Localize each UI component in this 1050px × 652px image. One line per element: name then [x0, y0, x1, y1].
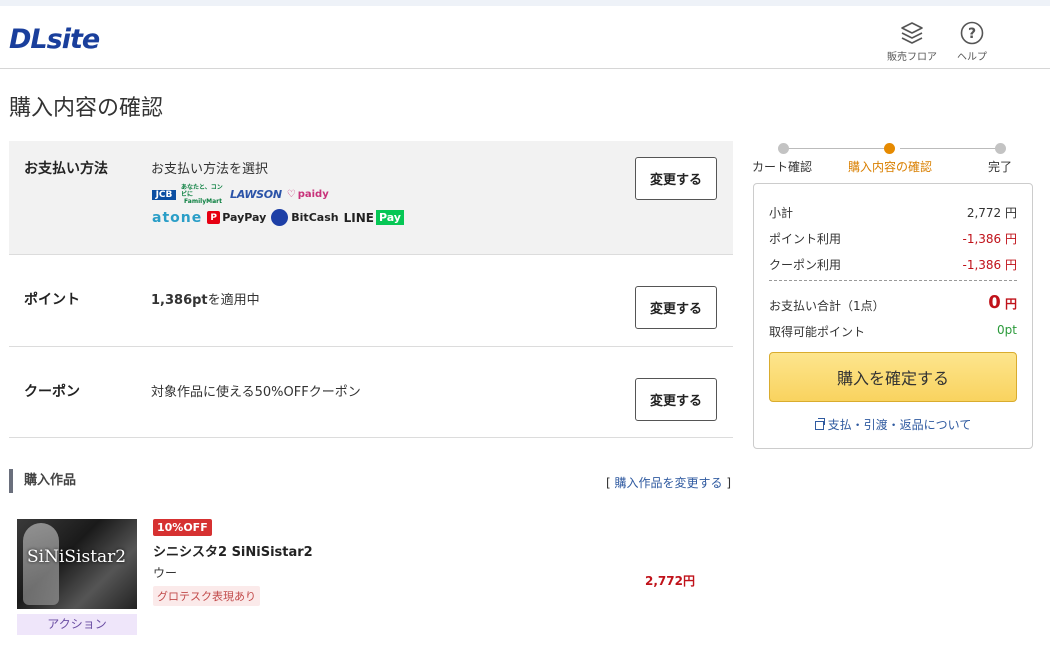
- step-dot-complete: [995, 143, 1006, 154]
- paypay-mark-icon: P: [207, 211, 221, 224]
- paypay-logo: P PayPay: [207, 211, 266, 224]
- total-value: 0 円: [988, 292, 1017, 313]
- earned-point-row: 取得可能ポイント 0pt: [769, 323, 1017, 340]
- point-use-row: ポイント利用 -1,386 円: [769, 230, 1017, 247]
- dlsite-logo[interactable]: DLsite: [9, 24, 100, 55]
- point-use-label: ポイント利用: [769, 232, 842, 246]
- step-label-confirm: 購入内容の確認: [848, 160, 933, 174]
- change-items-link-wrap: [ 購入作品を変更する ]: [606, 476, 732, 490]
- item-thumbnail[interactable]: SiNiSistar2: [17, 519, 137, 609]
- step-label-cart: カート確認: [752, 160, 813, 174]
- lawson-logo: LAWSON: [230, 188, 282, 201]
- change-coupon-button[interactable]: 変更する: [635, 378, 717, 421]
- earned-point-label: 取得可能ポイント: [769, 325, 866, 339]
- paidy-heart-icon: ♡: [286, 189, 296, 200]
- summary-divider: [769, 280, 1017, 281]
- point-section: ポイント 1,386ptを適用中 変更する: [9, 255, 733, 347]
- point-applied-suffix: を適用中: [207, 293, 260, 308]
- change-point-button[interactable]: 変更する: [635, 286, 717, 329]
- earned-point-value: 0pt: [997, 323, 1017, 337]
- thumbnail-title: SiNiSistar2: [27, 547, 127, 567]
- help-label: ヘルプ: [957, 52, 987, 63]
- site-header: DLsite 販売フロア ? ヘルプ: [0, 6, 1050, 69]
- payment-method-section: お支払い方法 お支払い方法を選択 JCB あなたと、コンビに FamilyMar…: [9, 141, 733, 255]
- atone-logo: atone: [152, 209, 203, 226]
- bitcash-mark-icon: [271, 209, 289, 226]
- point-use-value: -1,386 円: [962, 232, 1018, 246]
- checkout-steps: カート確認 購入内容の確認 完了: [752, 140, 1014, 176]
- step-line-2: [900, 148, 1000, 149]
- svg-text:?: ?: [968, 26, 976, 42]
- order-summary: 小計 2,772 円 ポイント利用 -1,386 円 クーポン利用 -1,386…: [753, 183, 1033, 449]
- item-title[interactable]: シニシスタ2 SiNiSistar2: [153, 541, 313, 560]
- help-icon: ?: [960, 21, 984, 45]
- coupon-use-value: -1,386 円: [962, 258, 1018, 272]
- page-title: 購入内容の確認: [9, 96, 164, 121]
- jcb-logo: JCB: [152, 186, 176, 203]
- subtotal-value: 2,772 円: [966, 206, 1017, 220]
- total-row: お支払い合計（1点） 0 円: [769, 292, 1017, 314]
- payment-method-text: お支払い方法を選択: [151, 162, 269, 177]
- subtotal-row: 小計 2,772 円: [769, 204, 1017, 221]
- payment-logos-row-2: atone P PayPay BitCash LINE Pay: [152, 209, 404, 226]
- step-label-complete: 完了: [988, 160, 1013, 174]
- coupon-use-label: クーポン利用: [769, 258, 842, 272]
- item-maker[interactable]: ウー: [153, 564, 177, 581]
- payment-policy-link[interactable]: 支払・引渡・返品について: [754, 416, 1032, 433]
- help-button[interactable]: ? ヘルプ: [942, 20, 1002, 63]
- step-dot-confirm: [884, 143, 895, 154]
- item-warning-tag: グロテスク表現あり: [153, 586, 260, 606]
- change-payment-button[interactable]: 変更する: [635, 157, 717, 200]
- sales-floor-button[interactable]: 販売フロア: [882, 20, 942, 63]
- item-price: 2,772円: [645, 574, 695, 588]
- item-genre-tag: アクション: [17, 614, 137, 635]
- linepay-logo: LINE Pay: [344, 210, 404, 225]
- point-label: ポイント: [24, 292, 80, 308]
- point-applied-value: 1,386pt: [151, 293, 208, 308]
- coupon-section: クーポン 対象作品に使える50%OFFクーポン 変更する: [9, 347, 733, 438]
- familymart-logo: あなたと、コンビに FamilyMart: [181, 184, 223, 205]
- point-applied-text: 1,386ptを適用中: [151, 289, 260, 308]
- layers-icon: [901, 22, 923, 44]
- discount-badge: 10%OFF: [153, 519, 212, 536]
- coupon-label: クーポン: [24, 384, 80, 400]
- change-items-link[interactable]: 購入作品を変更する: [615, 476, 723, 490]
- external-link-icon: [814, 418, 825, 430]
- coupon-text: 対象作品に使える50%OFFクーポン: [151, 385, 361, 400]
- step-dot-cart: [778, 143, 789, 154]
- paidy-logo: ♡ paidy: [286, 189, 329, 200]
- payment-logos-row-1: JCB あなたと、コンビに FamilyMart LAWSON ♡ paidy: [152, 184, 329, 205]
- sales-floor-label: 販売フロア: [887, 52, 937, 63]
- purchase-items-heading: 購入作品: [9, 469, 76, 493]
- total-label: お支払い合計（1点）: [769, 299, 885, 313]
- coupon-use-row: クーポン利用 -1,386 円: [769, 256, 1017, 273]
- confirm-purchase-button[interactable]: 購入を確定する: [769, 352, 1017, 402]
- step-line-1: [788, 148, 890, 149]
- payment-method-label: お支払い方法: [24, 161, 108, 177]
- bitcash-logo: BitCash: [271, 209, 339, 226]
- subtotal-label: 小計: [769, 206, 794, 220]
